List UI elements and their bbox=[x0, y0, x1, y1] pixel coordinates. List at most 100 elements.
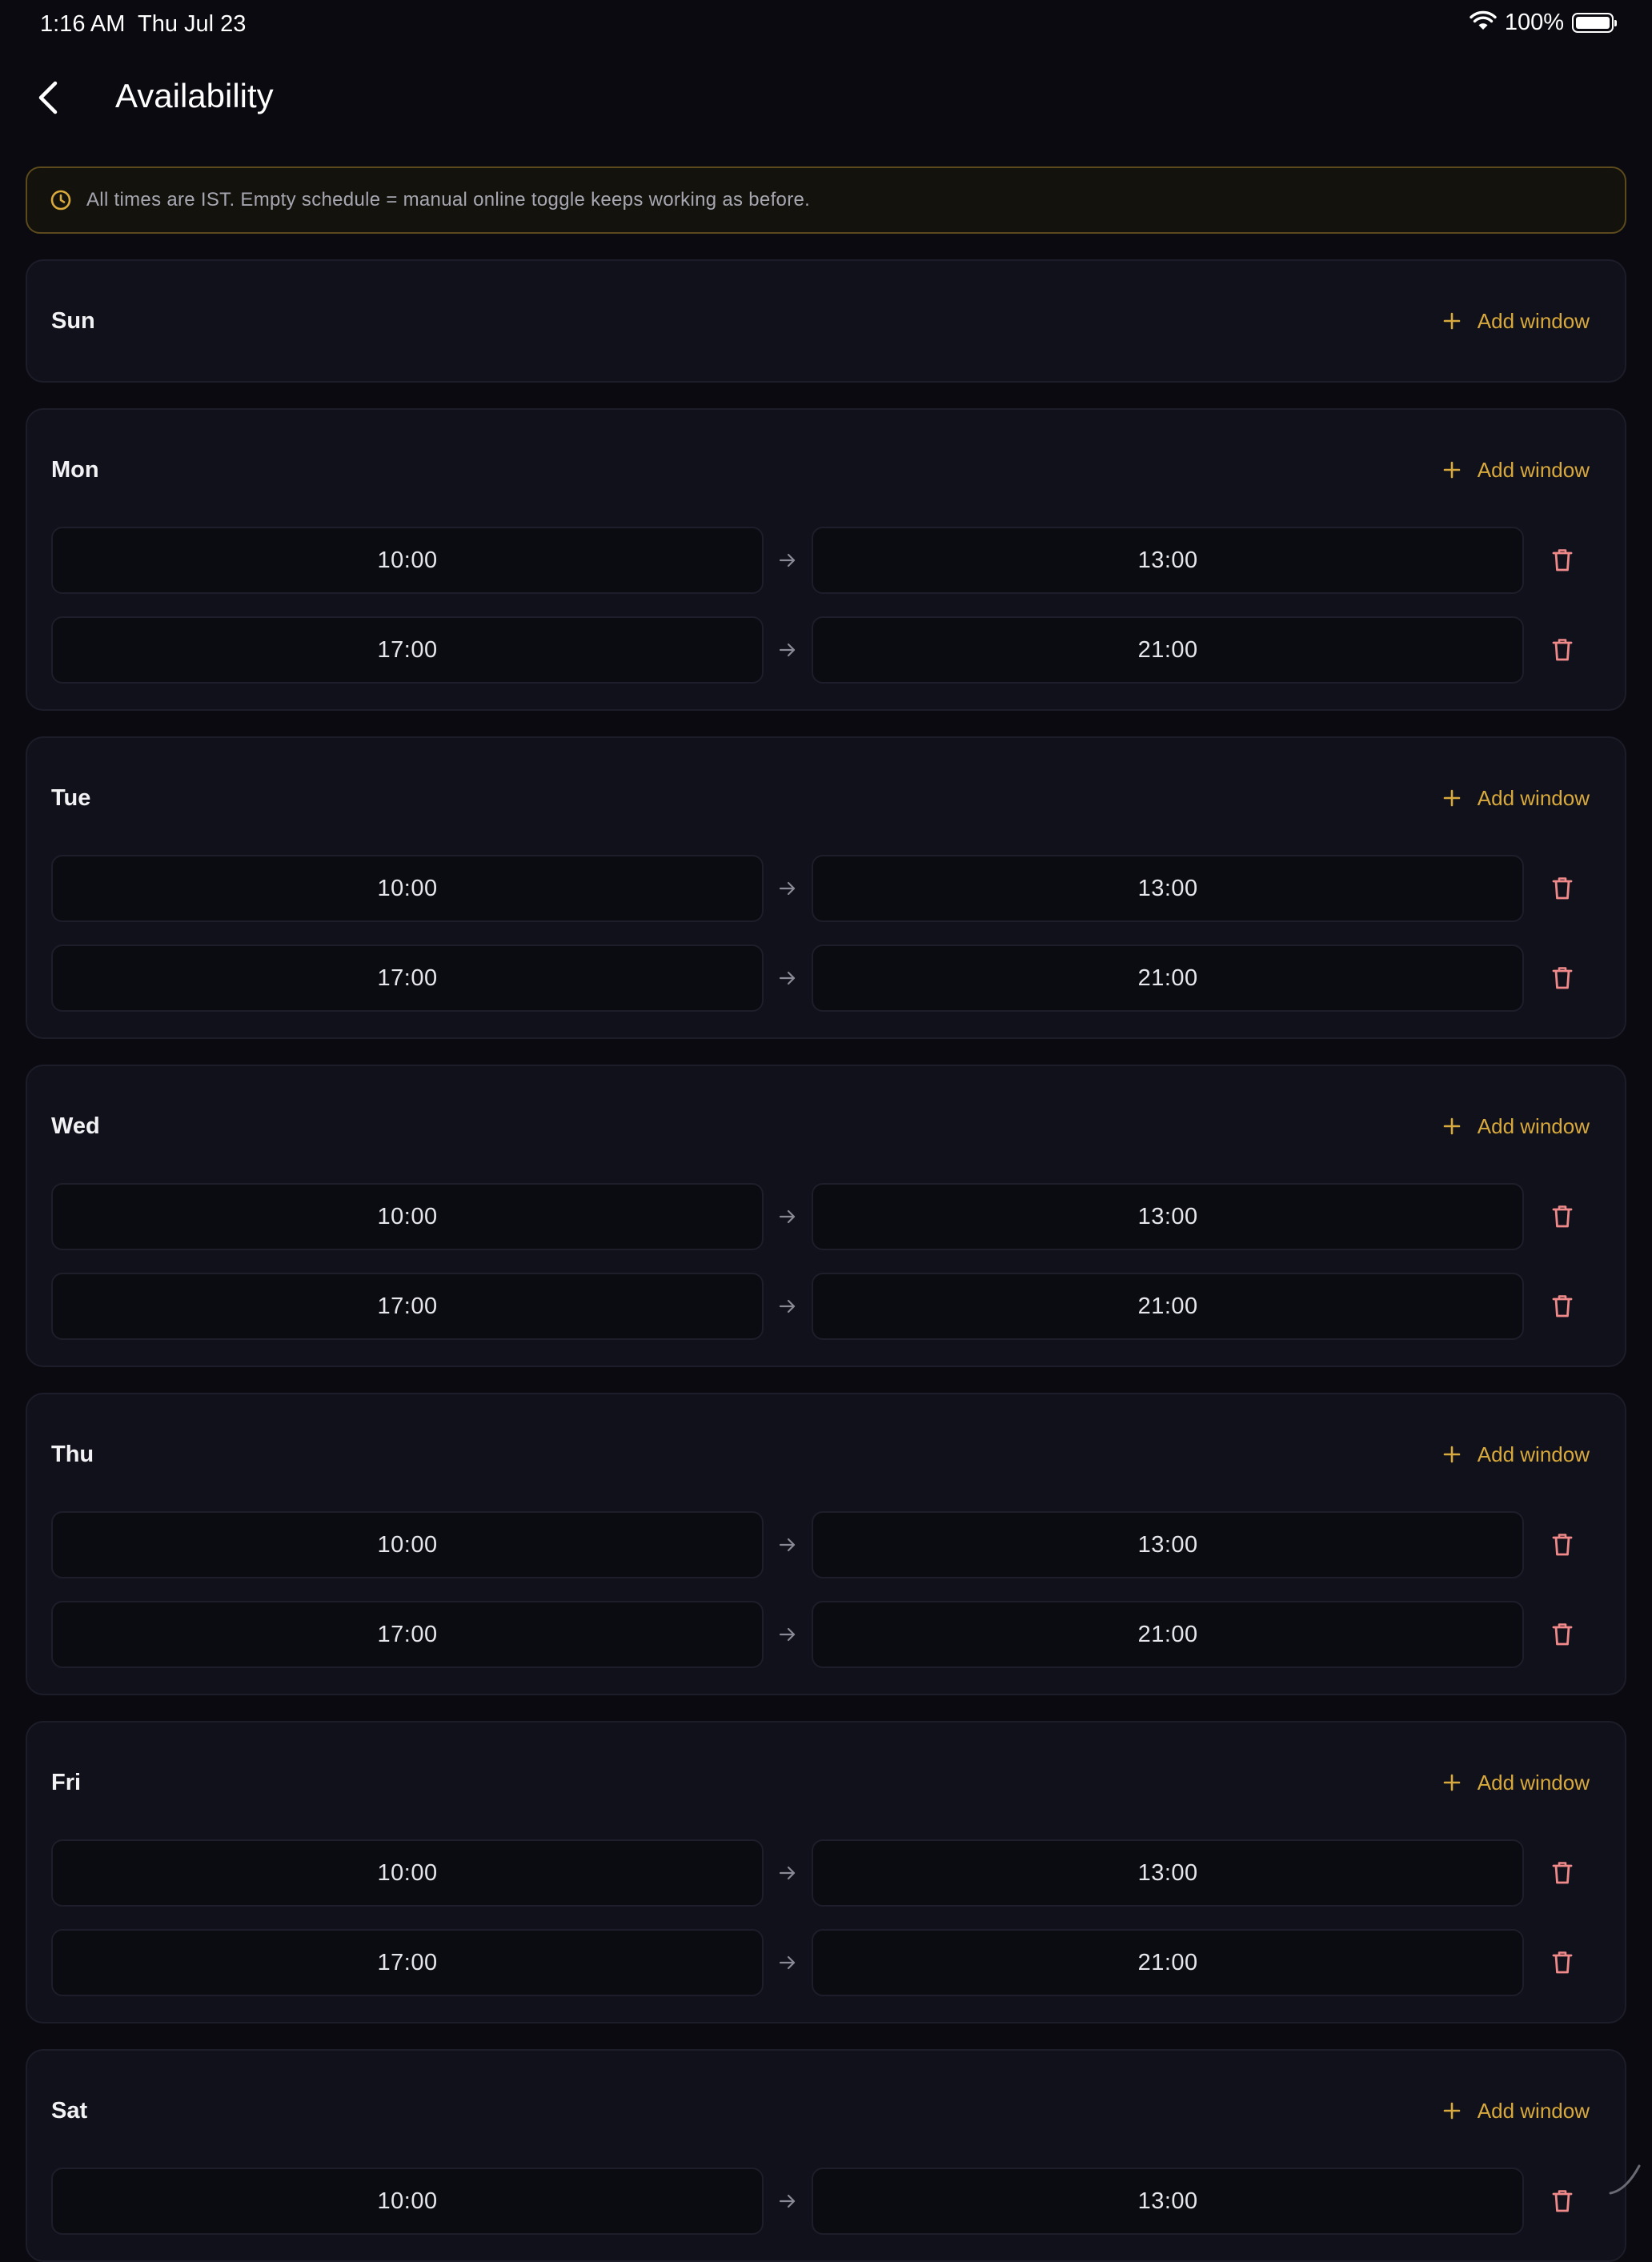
chevron-left-icon bbox=[36, 80, 60, 115]
day-name: Mon bbox=[51, 457, 99, 483]
plus-icon bbox=[1442, 1773, 1462, 1792]
window-list: 10:00 13:00 17:00 21:00 bbox=[51, 527, 1601, 709]
delete-window-button[interactable] bbox=[1524, 855, 1601, 922]
start-time-input[interactable]: 17:00 bbox=[51, 616, 764, 684]
window-row: 10:00 13:00 bbox=[51, 527, 1601, 594]
add-window-button[interactable]: Add window bbox=[1442, 1114, 1601, 1139]
status-time: 1:16 AM bbox=[40, 11, 125, 38]
arrow-right-icon bbox=[764, 2194, 812, 2208]
add-window-label: Add window bbox=[1478, 1771, 1590, 1795]
day-header: Sat Add window bbox=[51, 2051, 1601, 2171]
delete-window-button[interactable] bbox=[1524, 2168, 1601, 2235]
add-window-button[interactable]: Add window bbox=[1442, 309, 1601, 334]
plus-icon bbox=[1442, 1117, 1462, 1136]
add-window-label: Add window bbox=[1478, 458, 1590, 483]
end-time-input[interactable]: 13:00 bbox=[812, 1839, 1524, 1907]
start-time-input[interactable]: 17:00 bbox=[51, 945, 764, 1012]
add-window-button[interactable]: Add window bbox=[1442, 1771, 1601, 1795]
delete-window-button[interactable] bbox=[1524, 1839, 1601, 1907]
day-name: Fri bbox=[51, 1770, 81, 1796]
trash-icon bbox=[1552, 638, 1573, 662]
add-window-button[interactable]: Add window bbox=[1442, 1442, 1601, 1467]
arrow-right-icon bbox=[764, 553, 812, 568]
page-title: Availability bbox=[115, 77, 274, 115]
end-time-input[interactable]: 13:00 bbox=[812, 1183, 1524, 1250]
start-time-input[interactable]: 17:00 bbox=[51, 1601, 764, 1668]
delete-window-button[interactable] bbox=[1524, 1183, 1601, 1250]
day-card-thu: Thu Add window 10:00 13:00 17:00 bbox=[26, 1393, 1626, 1695]
day-card-fri: Fri Add window 10:00 13:00 17:00 bbox=[26, 1721, 1626, 2023]
end-time-input[interactable]: 13:00 bbox=[812, 1511, 1524, 1578]
delete-window-button[interactable] bbox=[1524, 1601, 1601, 1668]
delete-window-button[interactable] bbox=[1524, 527, 1601, 594]
delete-window-button[interactable] bbox=[1524, 1929, 1601, 1996]
nav-bar: Availability bbox=[0, 64, 1652, 131]
day-header: Tue Add window bbox=[51, 738, 1601, 858]
back-button[interactable] bbox=[24, 74, 72, 122]
end-time-input[interactable]: 21:00 bbox=[812, 1601, 1524, 1668]
start-time-input[interactable]: 17:00 bbox=[51, 1929, 764, 1996]
day-header: Wed Add window bbox=[51, 1066, 1601, 1186]
day-card-sun: Sun Add window bbox=[26, 259, 1626, 383]
day-name: Thu bbox=[51, 1442, 94, 1468]
arrow-right-icon bbox=[764, 1538, 812, 1552]
add-window-label: Add window bbox=[1478, 309, 1590, 334]
trash-icon bbox=[1552, 876, 1573, 900]
arrow-right-icon bbox=[764, 1955, 812, 1970]
arrow-right-icon bbox=[764, 643, 812, 657]
add-window-label: Add window bbox=[1478, 1442, 1590, 1467]
arrow-right-icon bbox=[764, 881, 812, 896]
trash-icon bbox=[1552, 1294, 1573, 1318]
day-card-sat: Sat Add window 10:00 13:00 bbox=[26, 2049, 1626, 2262]
add-window-label: Add window bbox=[1478, 1114, 1590, 1139]
end-time-input[interactable]: 13:00 bbox=[812, 527, 1524, 594]
day-card-mon: Mon Add window 10:00 13:00 17:00 bbox=[26, 408, 1626, 711]
window-row: 17:00 21:00 bbox=[51, 1273, 1601, 1340]
start-time-input[interactable]: 10:00 bbox=[51, 2168, 764, 2235]
battery-icon bbox=[1572, 13, 1614, 33]
day-card-tue: Tue Add window 10:00 13:00 17:00 bbox=[26, 736, 1626, 1039]
window-row: 10:00 13:00 bbox=[51, 855, 1601, 922]
start-time-input[interactable]: 10:00 bbox=[51, 527, 764, 594]
day-name: Wed bbox=[51, 1113, 100, 1140]
start-time-input[interactable]: 10:00 bbox=[51, 855, 764, 922]
delete-window-button[interactable] bbox=[1524, 616, 1601, 684]
trash-icon bbox=[1552, 1861, 1573, 1885]
window-row: 17:00 21:00 bbox=[51, 616, 1601, 684]
start-time-input[interactable]: 10:00 bbox=[51, 1183, 764, 1250]
wifi-icon bbox=[1470, 10, 1497, 35]
battery-fill bbox=[1576, 17, 1610, 29]
battery-percent: 100% bbox=[1505, 10, 1564, 36]
end-time-input[interactable]: 21:00 bbox=[812, 1929, 1524, 1996]
add-window-button[interactable]: Add window bbox=[1442, 458, 1601, 483]
trash-icon bbox=[1552, 548, 1573, 572]
day-header: Mon Add window bbox=[51, 410, 1601, 530]
end-time-input[interactable]: 21:00 bbox=[812, 616, 1524, 684]
plus-icon bbox=[1442, 1445, 1462, 1464]
end-time-input[interactable]: 13:00 bbox=[812, 2168, 1524, 2235]
start-time-input[interactable]: 17:00 bbox=[51, 1273, 764, 1340]
window-list: 10:00 13:00 17:00 21:00 bbox=[51, 1183, 1601, 1366]
window-row: 17:00 21:00 bbox=[51, 1601, 1601, 1668]
plus-icon bbox=[1442, 788, 1462, 808]
status-bar: 1:16 AM Thu Jul 23 100% bbox=[0, 0, 1652, 51]
trash-icon bbox=[1552, 1622, 1573, 1646]
add-window-button[interactable]: Add window bbox=[1442, 2099, 1601, 2124]
end-time-input[interactable]: 21:00 bbox=[812, 945, 1524, 1012]
window-list: 10:00 13:00 bbox=[51, 2168, 1601, 2260]
window-row: 10:00 13:00 bbox=[51, 1839, 1601, 1907]
add-window-label: Add window bbox=[1478, 2099, 1590, 2124]
end-time-input[interactable]: 13:00 bbox=[812, 855, 1524, 922]
window-list: 10:00 13:00 17:00 21:00 bbox=[51, 855, 1601, 1037]
day-name: Tue bbox=[51, 785, 90, 812]
delete-window-button[interactable] bbox=[1524, 1511, 1601, 1578]
add-window-button[interactable]: Add window bbox=[1442, 786, 1601, 811]
start-time-input[interactable]: 10:00 bbox=[51, 1511, 764, 1578]
delete-window-button[interactable] bbox=[1524, 1273, 1601, 1340]
end-time-input[interactable]: 21:00 bbox=[812, 1273, 1524, 1340]
status-date: Thu Jul 23 bbox=[138, 11, 246, 38]
delete-window-button[interactable] bbox=[1524, 945, 1601, 1012]
start-time-input[interactable]: 10:00 bbox=[51, 1839, 764, 1907]
day-header: Fri Add window bbox=[51, 1723, 1601, 1843]
timezone-notice: All times are IST. Empty schedule = manu… bbox=[26, 166, 1626, 234]
